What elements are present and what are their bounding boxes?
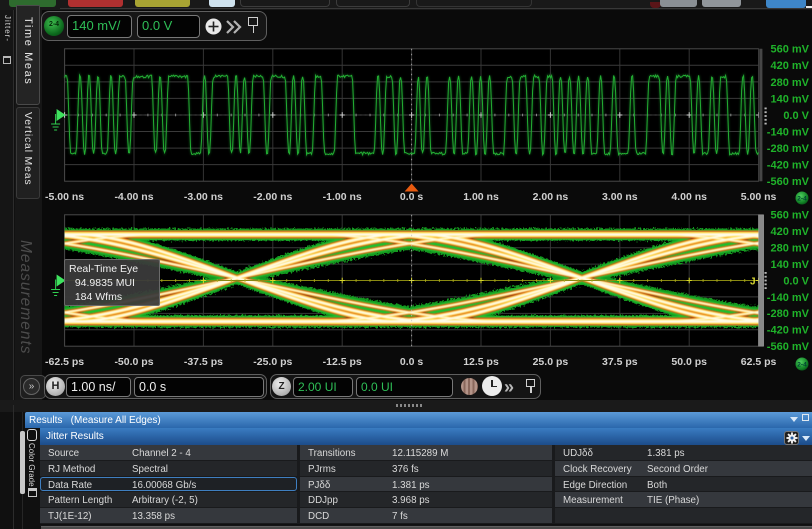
svg-text:12.5 ps: 12.5 ps: [463, 356, 499, 368]
svg-text:0.0 V: 0.0 V: [783, 275, 809, 287]
svg-text:-1.00 ns: -1.00 ns: [323, 191, 362, 203]
svg-text:5.00 ns: 5.00 ns: [741, 191, 777, 203]
svg-text:50.0 ps: 50.0 ps: [671, 356, 707, 368]
svg-text:-37.5 ps: -37.5 ps: [184, 356, 223, 368]
svg-text:-62.5 ps: -62.5 ps: [45, 356, 84, 368]
svg-text:-3.00 ns: -3.00 ns: [184, 191, 223, 203]
svg-text:0.0 s: 0.0 s: [400, 191, 424, 203]
svg-text:25.0 ps: 25.0 ps: [533, 356, 569, 368]
svg-text:2.00 ns: 2.00 ns: [533, 191, 569, 203]
svg-text:-420 mV: -420 mV: [767, 325, 810, 337]
svg-text:140 mV: 140 mV: [770, 93, 809, 105]
svg-text:62.5 ps: 62.5 ps: [741, 356, 777, 368]
svg-text:280 mV: 280 mV: [770, 77, 809, 89]
svg-text:-25.0 ps: -25.0 ps: [253, 356, 292, 368]
svg-text:4.00 ns: 4.00 ns: [671, 191, 707, 203]
svg-text:-420 mV: -420 mV: [767, 160, 810, 172]
svg-text:1.00 ns: 1.00 ns: [463, 191, 499, 203]
svg-text:-280 mV: -280 mV: [767, 308, 810, 320]
svg-text:2-4: 2-4: [797, 361, 807, 368]
svg-text:560 mV: 560 mV: [770, 44, 809, 56]
svg-text:-140 mV: -140 mV: [767, 126, 810, 138]
svg-text:-560 mV: -560 mV: [767, 341, 810, 353]
svg-text:-50.0 ps: -50.0 ps: [114, 356, 153, 368]
svg-text:37.5 ps: 37.5 ps: [602, 356, 638, 368]
svg-text:420 mV: 420 mV: [770, 226, 809, 238]
svg-text:-5.00 ns: -5.00 ns: [45, 191, 84, 203]
svg-text:-4.00 ns: -4.00 ns: [114, 191, 153, 203]
svg-text:280 mV: 280 mV: [770, 243, 809, 255]
svg-text:J: J: [750, 277, 756, 288]
svg-text:420 mV: 420 mV: [770, 60, 809, 72]
svg-text:0.0 s: 0.0 s: [400, 356, 424, 368]
svg-text:-560 mV: -560 mV: [767, 176, 810, 188]
svg-text:140 mV: 140 mV: [770, 259, 809, 271]
svg-text:-280 mV: -280 mV: [767, 143, 810, 155]
svg-text:3.00 ns: 3.00 ns: [602, 191, 638, 203]
svg-text:-2.00 ns: -2.00 ns: [253, 191, 292, 203]
svg-text:2-4: 2-4: [797, 195, 807, 202]
svg-text:-12.5 ps: -12.5 ps: [323, 356, 362, 368]
svg-text:0.0 V: 0.0 V: [783, 110, 809, 122]
svg-text:560 mV: 560 mV: [770, 210, 809, 222]
svg-text:-140 mV: -140 mV: [767, 292, 810, 304]
